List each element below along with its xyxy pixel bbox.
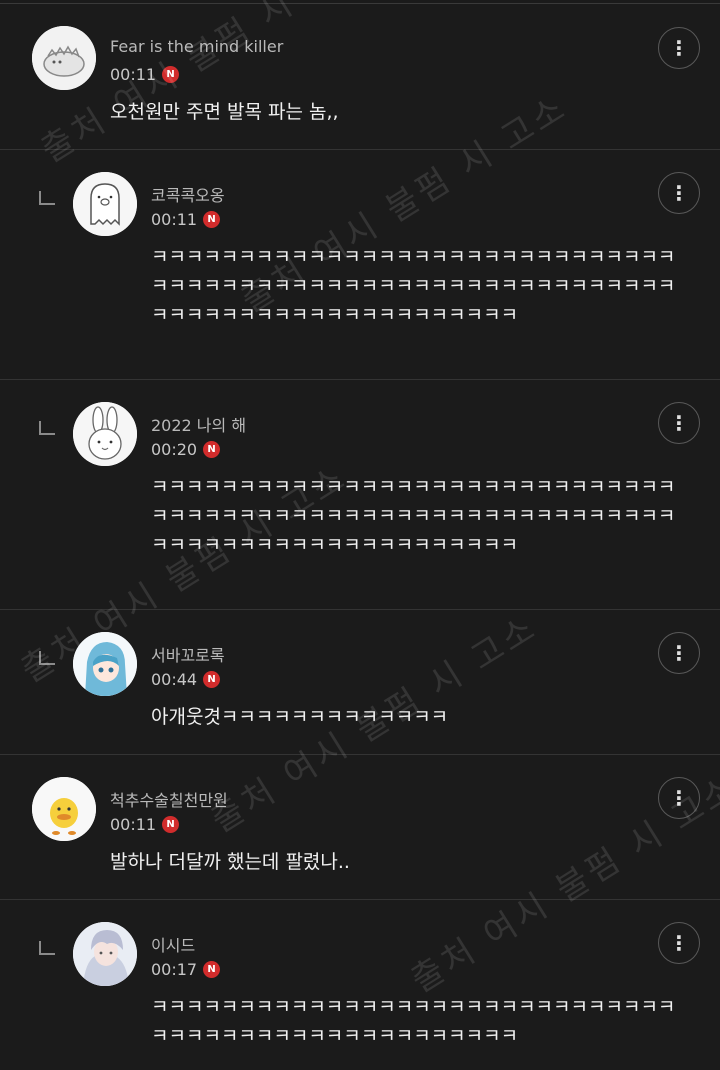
comment-nickname[interactable]: 이시드 (151, 932, 195, 956)
rabbit-avatar[interactable] (73, 402, 137, 466)
new-badge: N (203, 211, 221, 228)
more-vertical-icon: ⋮ (669, 36, 689, 60)
comment-meta: 00:11 N (110, 65, 180, 84)
dinosaur-avatar[interactable] (32, 26, 96, 90)
more-options-button[interactable]: ⋮ (658, 777, 700, 819)
new-badge: N (162, 66, 180, 83)
more-vertical-icon: ⋮ (669, 786, 689, 810)
reply-arrow-icon (39, 421, 55, 435)
more-vertical-icon: ⋮ (669, 931, 689, 955)
comment-text: 발하나 더달까 했는데 팔렸나.. (110, 851, 350, 873)
reply-item: 2022 나의 해 00:20 N ㅋㅋㅋㅋㅋㅋㅋㅋㅋㅋㅋㅋㅋㅋㅋㅋㅋㅋㅋㅋㅋㅋ… (0, 380, 720, 610)
reply-arrow-icon (39, 941, 55, 955)
comment-text: ㅋㅋㅋㅋㅋㅋㅋㅋㅋㅋㅋㅋㅋㅋㅋㅋㅋㅋㅋㅋㅋㅋㅋㅋㅋㅋㅋㅋㅋㅋㅋㅋㅋㅋㅋㅋㅋㅋㅋㅋ… (151, 246, 676, 326)
comment-meta: 00:20 N (151, 440, 221, 459)
reply-item: 이시드 00:17 N ㅋㅋㅋㅋㅋㅋㅋㅋㅋㅋㅋㅋㅋㅋㅋㅋㅋㅋㅋㅋㅋㅋㅋㅋㅋㅋㅋㅋ… (0, 900, 720, 1070)
comment-item: Fear is the mind killer 00:11 N 오천원만 주면 … (0, 4, 720, 150)
comment-meta: 00:17 N (151, 960, 221, 979)
reply-item: 서바꼬로록 00:44 N 아개웃겻ㅋㅋㅋㅋㅋㅋㅋㅋㅋㅋㅋㅋㅋ ⋮ (0, 610, 720, 755)
comment-meta: 00:11 N (110, 815, 180, 834)
comment-time: 00:20 (151, 440, 198, 459)
more-options-button[interactable]: ⋮ (658, 27, 700, 69)
more-vertical-icon: ⋮ (669, 641, 689, 665)
new-badge: N (162, 816, 180, 833)
comment-nickname[interactable]: 서바꼬로록 (151, 642, 225, 666)
comment-text: 오천원만 주면 발목 파는 놈,, (110, 101, 339, 123)
new-badge: N (203, 961, 221, 978)
comment-time: 00:17 (151, 960, 198, 979)
comment-item: 척추수술칠천만원 00:11 N 발하나 더달까 했는데 팔렸나.. ⋮ (0, 755, 720, 900)
comment-text: ㅋㅋㅋㅋㅋㅋㅋㅋㅋㅋㅋㅋㅋㅋㅋㅋㅋㅋㅋㅋㅋㅋㅋㅋㅋㅋㅋㅋㅋㅋㅋㅋㅋㅋㅋㅋㅋㅋㅋㅋ… (151, 476, 676, 556)
comment-nickname[interactable]: 2022 나의 해 (151, 412, 246, 436)
more-options-button[interactable]: ⋮ (658, 922, 700, 964)
more-vertical-icon: ⋮ (669, 181, 689, 205)
comment-meta: 00:11 N (151, 210, 221, 229)
new-badge: N (203, 671, 221, 688)
comment-nickname[interactable]: 척추수술칠천만원 (110, 787, 228, 811)
comment-text: ㅋㅋㅋㅋㅋㅋㅋㅋㅋㅋㅋㅋㅋㅋㅋㅋㅋㅋㅋㅋㅋㅋㅋㅋㅋㅋㅋㅋㅋㅋㅋㅋㅋㅋㅋㅋㅋㅋㅋㅋ… (151, 996, 676, 1047)
comment-time: 00:11 (151, 210, 198, 229)
anime-girl-avatar[interactable] (73, 632, 137, 696)
comment-time: 00:11 (110, 815, 157, 834)
more-options-button[interactable]: ⋮ (658, 402, 700, 444)
more-options-button[interactable]: ⋮ (658, 172, 700, 214)
comment-meta: 00:44 N (151, 670, 221, 689)
reply-arrow-icon (39, 191, 55, 205)
new-badge: N (203, 441, 221, 458)
reply-arrow-icon (39, 651, 55, 665)
anime-boy-avatar[interactable] (73, 922, 137, 986)
comment-time: 00:11 (110, 65, 157, 84)
pig-ghost-avatar[interactable] (73, 172, 137, 236)
comment-nickname[interactable]: Fear is the mind killer (110, 37, 283, 56)
more-vertical-icon: ⋮ (669, 411, 689, 435)
duck-avatar[interactable] (32, 777, 96, 841)
more-options-button[interactable]: ⋮ (658, 632, 700, 674)
reply-item: 코콕콕오옹 00:11 N ㅋㅋㅋㅋㅋㅋㅋㅋㅋㅋㅋㅋㅋㅋㅋㅋㅋㅋㅋㅋㅋㅋㅋㅋㅋㅋ… (0, 150, 720, 380)
comment-time: 00:44 (151, 670, 198, 689)
comment-text: 아개웃겻ㅋㅋㅋㅋㅋㅋㅋㅋㅋㅋㅋㅋㅋ (151, 706, 449, 728)
comment-nickname[interactable]: 코콕콕오옹 (151, 182, 225, 206)
